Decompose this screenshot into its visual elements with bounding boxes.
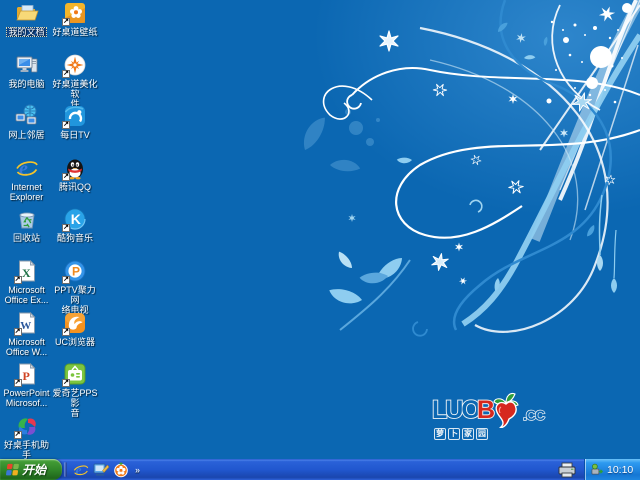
tv-icon: ↗ — [62, 104, 87, 129]
icon-label-my-documents: 我的文档 — [6, 27, 47, 37]
logo-text-b: B — [477, 396, 495, 424]
desktop-icon-my-documents[interactable]: 我的文档 — [1, 1, 52, 37]
excel-icon: X ↗ — [13, 259, 39, 284]
printer-icon[interactable] — [558, 462, 576, 478]
beautify-icon: ↗ — [62, 53, 87, 78]
desktop: LUO B .CC 萝卜家园 我的文档 ↗ 好桌道壁纸 我的电脑 ↗ 好桌道美化软件网上邻… — [0, 0, 640, 480]
icon-label-kugou-music: 酷狗音乐 — [56, 233, 93, 243]
icon-label-network-places: 网上邻居 — [8, 130, 45, 140]
ie-icon: e — [15, 156, 39, 180]
haozhuodao-launcher-icon[interactable] — [113, 462, 129, 478]
desktop-icon-ms-office-word[interactable]: W ↗ Microsoft Office W... — [1, 311, 52, 357]
svg-text:X: X — [22, 266, 31, 280]
icon-label-ms-office-word: Microsoft Office W... — [5, 337, 48, 357]
windows-flag-icon — [6, 463, 19, 475]
network-icon — [15, 104, 39, 128]
taskbar-clock[interactable]: 10:10 — [607, 464, 633, 476]
desktop-icon-haozhuodao-wallpaper[interactable]: ↗ 好桌道壁纸 — [47, 1, 103, 37]
svg-text:e: e — [19, 158, 28, 180]
desktop-icon-haozhuodao-beautify[interactable]: ↗ 好桌道美化软件 — [47, 53, 103, 109]
desktop-icon-ms-office-excel[interactable]: X ↗ Microsoft Office Ex... — [1, 259, 52, 305]
icon-label-internet-explorer: Internet Explorer — [9, 182, 44, 202]
svg-text:e: e — [76, 462, 82, 477]
word-icon: W ↗ — [13, 311, 39, 336]
svg-text:P: P — [22, 369, 29, 383]
qq-icon: ↗ — [62, 156, 87, 181]
ie-quicklaunch-icon[interactable]: e — [73, 462, 89, 478]
logo-stamp: 卜 — [448, 428, 460, 440]
safely-remove-hardware-icon[interactable] — [591, 463, 604, 476]
icon-label-iqiyi-pps: 爱奇艺PPS 影音 — [52, 388, 98, 418]
system-tray: 10:10 — [584, 459, 640, 480]
icon-label-my-computer: 我的电脑 — [8, 79, 45, 89]
radish-icon — [493, 392, 519, 428]
logo-stamps: 萝卜家园 — [434, 428, 488, 440]
desktop-icon-my-computer[interactable]: 我的电脑 — [1, 53, 52, 89]
icon-label-tencent-qq: 腾讯QQ — [58, 182, 91, 192]
phone-assistant-icon: ↗ — [13, 414, 39, 439]
icon-label-recycle-bin: 回收站 — [12, 233, 40, 243]
taskbar[interactable]: 开始 e » 10:10 — [0, 459, 640, 480]
kugou-icon: K ↗ — [62, 207, 87, 232]
uc-icon: ↗ — [62, 311, 87, 336]
desktop-icon-haozhuo-phone-assistant[interactable]: ↗ 好桌手机助手 — [1, 414, 52, 460]
wallpaper-icon: ↗ — [62, 1, 87, 26]
shortcut-arrow-icon: ↗ — [62, 379, 70, 387]
icon-label-haozhuo-phone-assistant: 好桌手机助手 — [3, 440, 49, 460]
shortcut-arrow-icon: ↗ — [62, 121, 70, 129]
icon-label-meiri-tv: 每日TV — [60, 130, 90, 140]
desktop-icon-ms-powerpoint[interactable]: P ↗ PowerPoint Microsof... — [1, 362, 52, 408]
svg-text:K: K — [71, 211, 81, 227]
logo-text-luo: LUO — [432, 396, 480, 424]
desktop-icon-internet-explorer[interactable]: e Internet Explorer — [1, 156, 52, 202]
recycle-icon — [15, 207, 39, 231]
desktop-icon-tencent-qq[interactable]: ↗ 腾讯QQ — [47, 156, 103, 192]
logo-stamp: 家 — [462, 428, 474, 440]
folder-open-icon — [15, 1, 39, 25]
computer-icon — [15, 53, 39, 77]
icon-label-ms-powerpoint: PowerPoint Microsof... — [3, 388, 50, 408]
desktop-icon-iqiyi-pps[interactable]: ↗ 爱奇艺PPS 影音 — [47, 362, 103, 418]
logo-stamp: 萝 — [434, 428, 446, 440]
desktop-icon-uc-browser[interactable]: ↗ UC浏览器 — [47, 311, 103, 347]
pptv-icon: P ↗ — [62, 259, 87, 284]
desktop-icon-recycle-bin[interactable]: 回收站 — [1, 207, 52, 243]
desktop-icon-network-places[interactable]: 网上邻居 — [1, 104, 52, 140]
icon-label-ms-office-excel: Microsoft Office Ex... — [4, 285, 49, 305]
shortcut-arrow-icon: ↗ — [62, 70, 70, 78]
icon-label-haozhuodao-wallpaper: 好桌道壁纸 — [52, 27, 98, 37]
logo-stamp: 园 — [476, 428, 488, 440]
shortcut-arrow-icon: ↗ — [62, 18, 70, 26]
svg-text:P: P — [72, 264, 80, 278]
shortcut-arrow-icon: ↗ — [62, 173, 70, 181]
quick-launch-bar: e — [69, 462, 133, 478]
desktop-icon-meiri-tv[interactable]: ↗ 每日TV — [47, 104, 103, 140]
powerpoint-icon: P ↗ — [13, 362, 39, 387]
pps-icon: ↗ — [62, 362, 87, 387]
shortcut-arrow-icon: ↗ — [62, 328, 70, 336]
shortcut-arrow-icon: ↗ — [62, 224, 70, 232]
icon-label-uc-browser: UC浏览器 — [55, 337, 95, 347]
start-label: 开始 — [22, 463, 47, 477]
show-desktop-icon[interactable] — [93, 462, 109, 478]
start-button[interactable]: 开始 — [0, 459, 62, 480]
luobo-logo: LUO B .CC 萝卜家园 — [430, 392, 552, 446]
shortcut-arrow-icon: ↗ — [62, 276, 70, 284]
shortcut-arrow-icon: ↗ — [13, 328, 22, 336]
desktop-icon-pptv[interactable]: P ↗ PPTV聚力 网络电视 — [47, 259, 103, 315]
logo-text-cc: .CC — [523, 407, 545, 423]
shortcut-arrow-icon: ↗ — [13, 379, 22, 387]
quick-launch-overflow-chevron[interactable]: » — [135, 465, 140, 475]
desktop-icon-kugou-music[interactable]: K ↗ 酷狗音乐 — [47, 207, 103, 243]
taskbar-divider — [64, 462, 67, 477]
shortcut-arrow-icon: ↗ — [13, 431, 22, 439]
shortcut-arrow-icon: ↗ — [13, 276, 22, 284]
